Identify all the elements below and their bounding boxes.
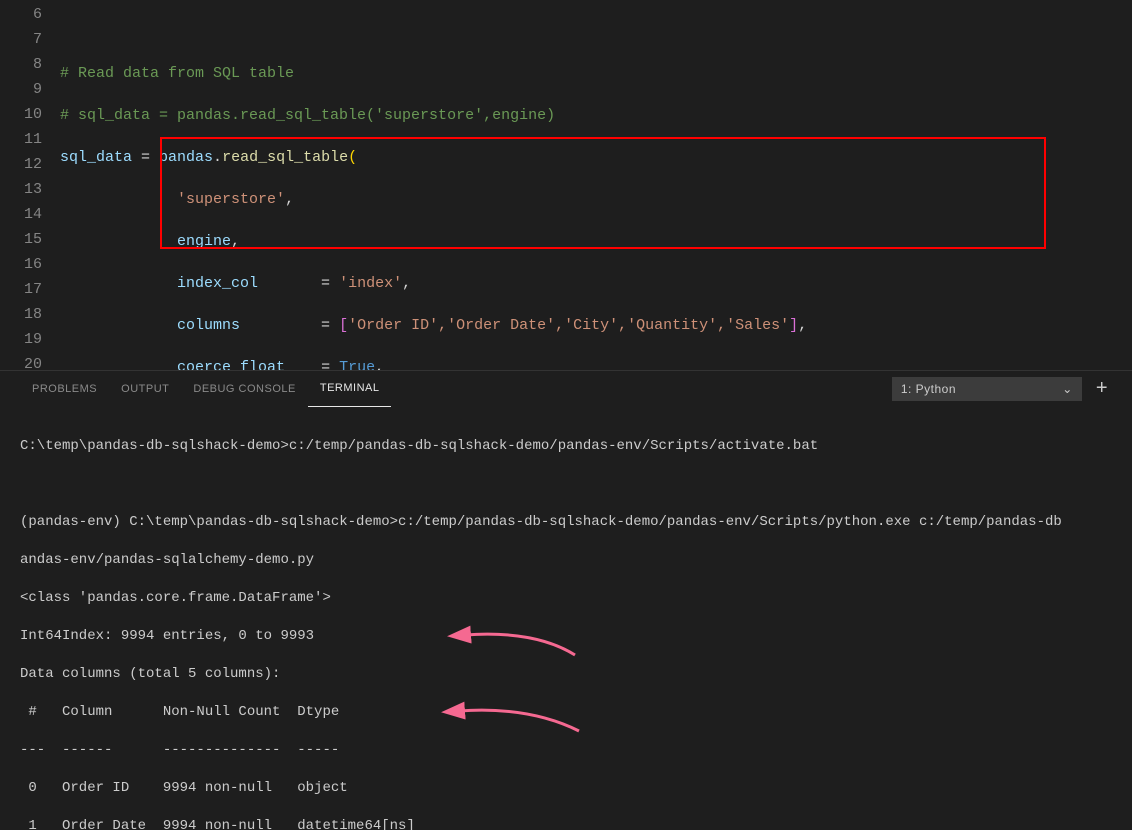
terminal-line: <class 'pandas.core.frame.DataFrame'> (20, 590, 331, 606)
code-comment: # sql_data = pandas.read_sql_table('supe… (60, 107, 555, 124)
tab-terminal[interactable]: TERMINAL (308, 371, 392, 407)
line-number: 18 (0, 302, 42, 327)
code-token: ] (789, 317, 798, 334)
line-number: 9 (0, 77, 42, 102)
code-token: pandas (159, 149, 213, 166)
line-number: 14 (0, 202, 42, 227)
line-number: 16 (0, 252, 42, 277)
terminal-line: andas-env/pandas-sqlalchemy-demo.py (20, 552, 314, 568)
code-token: , (798, 317, 807, 334)
code-editor: 6 7 8 9 10 11 12 13 14 15 16 17 18 19 20… (0, 0, 1132, 370)
annotation-arrow (438, 606, 585, 672)
line-number: 8 (0, 52, 42, 77)
line-number: 11 (0, 127, 42, 152)
terminal-line: 0 Order ID 9994 non-null object (20, 780, 348, 796)
terminal-line: Data columns (total 5 columns): (20, 666, 280, 682)
code-token: , (231, 233, 240, 250)
code-content[interactable]: # Read data from SQL table # sql_data = … (60, 0, 1132, 370)
line-number: 7 (0, 27, 42, 52)
code-token: 'index' (339, 275, 402, 292)
line-number: 17 (0, 277, 42, 302)
tab-output[interactable]: OUTPUT (109, 371, 181, 407)
code-token: 'Order ID','Order Date','City','Quantity… (348, 317, 789, 334)
terminal-line: C:\temp\pandas-db-sqlshack-demo>c:/temp/… (20, 438, 818, 454)
code-token: True (339, 359, 375, 370)
terminal-line: 1 Order Date 9994 non-null datetime64[ns… (20, 818, 415, 830)
terminal-selector[interactable]: 1: Python ⌄ (892, 377, 1082, 401)
code-token: , (375, 359, 384, 370)
line-number: 6 (0, 2, 42, 27)
code-token: coerce_float (177, 359, 285, 370)
tab-debug-console[interactable]: DEBUG CONSOLE (181, 371, 307, 407)
code-token: , (285, 191, 294, 208)
code-comment: # Read data from SQL table (60, 65, 294, 82)
code-token: read_sql_table (222, 149, 348, 166)
line-number: 19 (0, 327, 42, 352)
annotation-arrow (432, 682, 589, 748)
terminal-output[interactable]: C:\temp\pandas-db-sqlshack-demo>c:/temp/… (0, 406, 1132, 830)
code-token: = (258, 275, 339, 292)
terminal-line: Int64Index: 9994 entries, 0 to 9993 (20, 628, 314, 644)
code-token: [ (339, 317, 348, 334)
code-token: engine (177, 233, 231, 250)
terminal-line: # Column Non-Null Count Dtype (20, 704, 339, 720)
tab-problems[interactable]: PROBLEMS (20, 371, 109, 407)
terminal-selector-label: 1: Python (901, 382, 956, 396)
code-token: = (240, 317, 339, 334)
code-token: ( (348, 149, 357, 166)
code-token: sql_data (60, 149, 132, 166)
code-token: . (213, 149, 222, 166)
line-number: 12 (0, 152, 42, 177)
panel-tab-bar: PROBLEMS OUTPUT DEBUG CONSOLE TERMINAL 1… (0, 370, 1132, 406)
terminal-line: --- ------ -------------- ----- (20, 742, 339, 758)
chevron-down-icon: ⌄ (1062, 382, 1073, 396)
code-token: columns (177, 317, 240, 334)
code-token: index_col (177, 275, 258, 292)
new-terminal-button[interactable]: + (1092, 377, 1112, 400)
code-token: = (285, 359, 339, 370)
line-number: 13 (0, 177, 42, 202)
line-number: 10 (0, 102, 42, 127)
line-number: 20 (0, 352, 42, 370)
line-number: 15 (0, 227, 42, 252)
code-token: , (402, 275, 411, 292)
code-token: 'superstore' (177, 191, 285, 208)
terminal-line: (pandas-env) C:\temp\pandas-db-sqlshack-… (20, 514, 1062, 530)
line-gutter: 6 7 8 9 10 11 12 13 14 15 16 17 18 19 20 (0, 0, 60, 370)
code-token: = (132, 149, 159, 166)
